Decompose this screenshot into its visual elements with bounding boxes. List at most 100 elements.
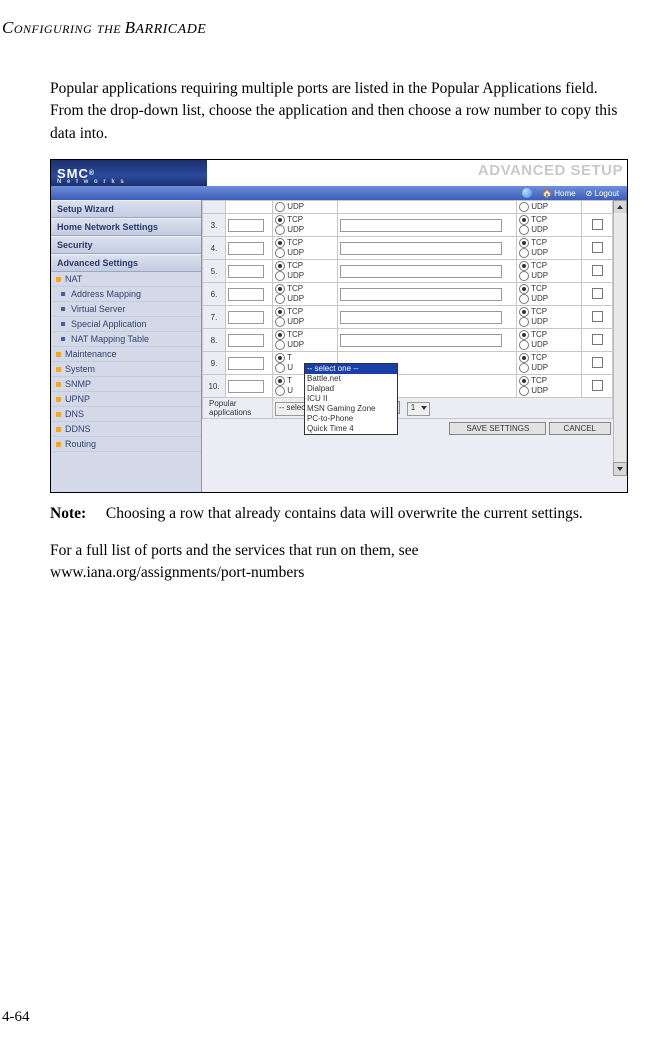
sidebar-item-ddns[interactable]: DDNS [51, 422, 201, 437]
tcp-radio[interactable] [519, 376, 529, 386]
trigger-port-input[interactable] [228, 242, 264, 255]
home-link[interactable]: 🏠 Home [542, 189, 576, 198]
tcp-radio[interactable] [275, 215, 285, 225]
copy-row-select[interactable]: 1 [407, 402, 430, 416]
udp-radio[interactable] [519, 225, 529, 235]
udp-radio[interactable] [519, 294, 529, 304]
tcp-radio[interactable] [275, 307, 285, 317]
sidebar-item-address-mapping[interactable]: Address Mapping [51, 287, 201, 302]
dropdown-option[interactable]: Dialpad [305, 384, 397, 394]
dropdown-option[interactable]: PC-to-Phone [305, 414, 397, 424]
tcp-radio[interactable] [275, 353, 285, 363]
sidebar-item-nat[interactable]: NAT [51, 272, 201, 287]
trigger-port-input[interactable] [228, 219, 264, 232]
public-port-input[interactable] [340, 242, 502, 255]
udp-radio[interactable] [275, 317, 285, 327]
public-port-input[interactable] [340, 265, 502, 278]
udp-radio[interactable] [275, 271, 285, 281]
sidebar-item-home-network[interactable]: Home Network Settings [51, 218, 201, 236]
trigger-port-input[interactable] [228, 265, 264, 278]
closing-paragraph: For a full list of ports and the service… [50, 540, 620, 585]
udp-radio[interactable] [275, 363, 285, 373]
tcp-radio[interactable] [519, 261, 529, 271]
cancel-button[interactable]: CANCEL [549, 422, 611, 435]
udp-radio[interactable] [519, 363, 529, 373]
public-port-input[interactable] [340, 288, 502, 301]
enable-checkbox[interactable] [592, 311, 603, 322]
udp-radio[interactable] [519, 317, 529, 327]
scroll-down-button[interactable] [613, 462, 627, 476]
tcp-radio[interactable] [275, 330, 285, 340]
trigger-port-input[interactable] [228, 380, 264, 393]
sidebar-item-special-application[interactable]: Special Application [51, 317, 201, 332]
enable-checkbox[interactable] [592, 219, 603, 230]
tcp-radio[interactable] [519, 353, 529, 363]
enable-checkbox[interactable] [592, 288, 603, 299]
tcp-radio[interactable] [519, 215, 529, 225]
udp-radio[interactable] [275, 248, 285, 258]
save-settings-button[interactable]: SAVE SETTINGS [449, 422, 546, 435]
tcp-radio[interactable] [275, 261, 285, 271]
popular-apps-dropdown-list[interactable]: -- select one -- Battle.net Dialpad ICU … [304, 363, 398, 435]
trigger-port-input[interactable] [228, 288, 264, 301]
enable-checkbox[interactable] [592, 357, 603, 368]
scroll-up-button[interactable] [613, 200, 627, 214]
trigger-port-input[interactable] [228, 357, 264, 370]
row-num: 9. [203, 352, 226, 375]
udp-radio[interactable] [519, 386, 529, 396]
sidebar-item-system[interactable]: System [51, 362, 201, 377]
row-num: 5. [203, 260, 226, 283]
public-port-input[interactable] [340, 334, 502, 347]
udp-radio[interactable] [275, 386, 285, 396]
dropdown-option[interactable]: -- select one -- [305, 364, 397, 374]
tcp-radio[interactable] [519, 238, 529, 248]
trigger-port-input[interactable] [228, 311, 264, 324]
udp-radio[interactable] [275, 202, 285, 212]
enable-checkbox[interactable] [592, 334, 603, 345]
dropdown-option[interactable]: ICU II [305, 394, 397, 404]
udp-radio[interactable] [275, 225, 285, 235]
udp-radio[interactable] [275, 340, 285, 350]
sidebar-item-upnp[interactable]: UPNP [51, 392, 201, 407]
udp-radio[interactable] [519, 202, 529, 212]
note-label: Note: [50, 503, 102, 525]
tcp-radio[interactable] [275, 284, 285, 294]
tcp-radio[interactable] [519, 330, 529, 340]
dropdown-option[interactable]: Battle.net [305, 374, 397, 384]
sidebar-item-security[interactable]: Security [51, 236, 201, 254]
row-num: 7. [203, 306, 226, 329]
trigger-port-input[interactable] [228, 334, 264, 347]
dropdown-option[interactable]: Quick Time 4 [305, 424, 397, 434]
sidebar-item-snmp[interactable]: SNMP [51, 377, 201, 392]
public-port-input[interactable] [340, 219, 502, 232]
sidebar-item-advanced[interactable]: Advanced Settings [51, 254, 201, 272]
page-header: CONFIGURING THE BARRICADE [0, 0, 645, 38]
enable-checkbox[interactable] [592, 242, 603, 253]
router-ui-screenshot: SMC® N e t w o r k s ADVANCED SETUP 🏠 Ho… [50, 159, 628, 493]
public-port-input[interactable] [340, 311, 502, 324]
udp-radio[interactable] [519, 271, 529, 281]
row-num: 6. [203, 283, 226, 306]
logout-link[interactable]: ⊘ Logout [586, 189, 619, 198]
udp-radio[interactable] [519, 248, 529, 258]
page-number: 4-64 [2, 1009, 30, 1026]
sidebar-item-virtual-server[interactable]: Virtual Server [51, 302, 201, 317]
scrollbar[interactable] [613, 213, 627, 463]
smc-logo: SMC® N e t w o r k s [51, 160, 207, 186]
tcp-radio[interactable] [519, 307, 529, 317]
sidebar-item-nat-mapping-table[interactable]: NAT Mapping Table [51, 332, 201, 347]
row-num: 8. [203, 329, 226, 352]
udp-radio[interactable] [519, 340, 529, 350]
enable-checkbox[interactable] [592, 380, 603, 391]
sidebar-item-routing[interactable]: Routing [51, 437, 201, 452]
tcp-radio[interactable] [275, 376, 285, 386]
dropdown-option[interactable]: MSN Gaming Zone [305, 404, 397, 414]
sidebar-item-dns[interactable]: DNS [51, 407, 201, 422]
tcp-radio[interactable] [275, 238, 285, 248]
udp-radio[interactable] [275, 294, 285, 304]
tcp-radio[interactable] [519, 284, 529, 294]
sidebar-item-maintenance[interactable]: Maintenance [51, 347, 201, 362]
page-title: ADVANCED SETUP [478, 162, 623, 179]
sidebar-item-wizard[interactable]: Setup Wizard [51, 200, 201, 218]
enable-checkbox[interactable] [592, 265, 603, 276]
